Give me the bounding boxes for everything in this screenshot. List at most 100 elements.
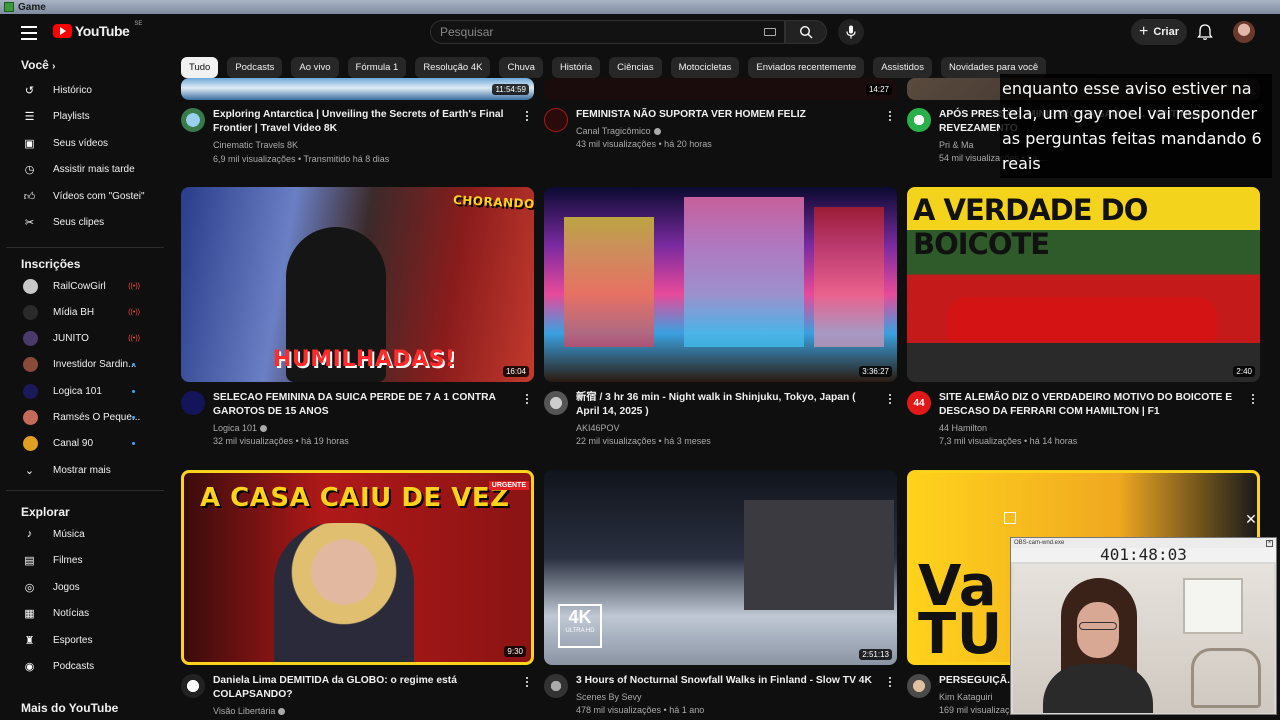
video-title[interactable]: 新宿 / 3 hr 36 min - Night walk in Shinjuk…	[576, 391, 876, 419]
channel-name[interactable]: Visão Libertária	[213, 706, 286, 716]
sidebar-subscription-item[interactable]: RailCowGirl ((•))	[6, 274, 162, 298]
sidebar-item-label: Música	[53, 528, 85, 540]
voice-search-button[interactable]	[838, 19, 864, 45]
create-button[interactable]: + Criar	[1131, 19, 1187, 45]
channel-avatar[interactable]	[181, 391, 205, 415]
your-videos-icon: ▣	[24, 137, 35, 150]
sidebar: Você › ↺ Histórico ☰ Playlists ▣ Seus vídeos ◷…	[0, 52, 168, 720]
sidebar-item-hist-rico[interactable]: ↺ Histórico	[6, 78, 162, 102]
webcam-close-icon[interactable]: ×	[1266, 539, 1273, 547]
account-avatar[interactable]	[1233, 21, 1255, 43]
sidebar-item-label: Histórico	[53, 84, 92, 96]
sidebar-item-filmes[interactable]: ▤ Filmes	[6, 549, 162, 573]
duration-badge: 9:30	[504, 646, 526, 657]
channel-name[interactable]: Logica 101	[213, 423, 268, 433]
sidebar-item-seus-v-deos[interactable]: ▣ Seus vídeos	[6, 131, 162, 155]
sidebar-item-label: RailCowGirl	[53, 280, 106, 292]
channel-avatar[interactable]	[544, 108, 568, 132]
channel-name[interactable]: Scenes By Sevy	[576, 692, 642, 702]
sidebar-item-assistir-mais-tarde[interactable]: ◷ Assistir mais tarde	[6, 158, 162, 182]
video-thumbnail[interactable]: A CASA CAIU DE VEZ URGENTE 9:30	[181, 470, 534, 665]
channel-avatar[interactable]	[544, 674, 568, 698]
sidebar-subscription-item[interactable]: JUNITO ((•))	[6, 327, 162, 351]
video-thumbnail[interactable]: 3:36:27	[544, 187, 897, 382]
sidebar-subscription-item[interactable]: Canal 90	[6, 432, 162, 456]
channel-name[interactable]: Cinematic Travels 8K	[213, 140, 298, 150]
more-actions-icon[interactable]	[522, 109, 532, 123]
video-thumbnail[interactable]: CHORANDO HUMILHADAS! 16:04	[181, 187, 534, 382]
channel-avatar[interactable]	[907, 108, 931, 132]
channel-name[interactable]: 44 Hamilton	[939, 423, 987, 433]
channel-avatar[interactable]	[544, 391, 568, 415]
sidebar-subscription-item[interactable]: Ramsés O Peque...	[6, 406, 162, 430]
more-actions-icon[interactable]	[522, 675, 532, 689]
channel-avatar[interactable]	[181, 108, 205, 132]
channel-avatar[interactable]	[907, 674, 931, 698]
more-actions-icon[interactable]	[522, 392, 532, 406]
sports-icon: ♜	[24, 634, 35, 647]
video-meta: 43 mil visualizações • há 20 horas	[576, 139, 712, 149]
thumbnail-caption: A CASA CAIU DE VEZ	[200, 483, 510, 513]
video-thumbnail[interactable]: A VERDADE DO BOICOTE 2:40	[907, 187, 1260, 382]
video-title[interactable]: SELECAO FEMININA DA SUICA PERDE DE 7 A 1…	[213, 391, 513, 419]
sidebar-item-v-deos-com-gostei[interactable]: 👍︎ Vídeos com "Gostei"	[6, 184, 162, 208]
sidebar-item-label: Esportes	[53, 634, 93, 646]
sidebar-show-more[interactable]: ⌄ Mostrar mais	[6, 458, 162, 482]
close-icon[interactable]: ✕	[1244, 512, 1258, 526]
duration-badge: 11:54:59	[492, 84, 529, 95]
video-title[interactable]: 3 Hours of Nocturnal Snowfall Walks in F…	[576, 674, 876, 688]
video-title[interactable]: SITE ALEMÃO DIZ O VERDADEIRO MOTIVO DO B…	[939, 391, 1239, 419]
sidebar-item-label: Logica 101	[53, 385, 102, 397]
sidebar-item-jogos[interactable]: ◎ Jogos	[6, 575, 162, 599]
sidebar-subscription-item[interactable]: Mídia BH ((•))	[6, 300, 162, 324]
streamer-body	[1043, 664, 1153, 713]
chevron-down-icon: ⌄	[24, 464, 35, 477]
more-actions-icon[interactable]	[885, 109, 895, 123]
sidebar-item-m-sica[interactable]: ♪ Música	[6, 522, 162, 546]
sidebar-item-not-cias[interactable]: ▦ Notícias	[6, 602, 162, 626]
youtube-logo[interactable]: YouTube SE	[53, 21, 142, 39]
channel-name[interactable]: Pri & Ma	[939, 140, 974, 150]
video-thumbnail[interactable]: 11:54:59	[181, 78, 534, 100]
thumbnail-car	[947, 297, 1217, 342]
sidebar-item-label: Vídeos com "Gostei"	[53, 190, 145, 202]
channel-name[interactable]: Kim Kataguiri	[939, 692, 993, 702]
channel-avatar	[23, 304, 38, 320]
sidebar-item-seus-clipes[interactable]: ✂ Seus clipes	[6, 211, 162, 235]
thumbnail-presenter	[274, 523, 414, 662]
video-title[interactable]: Daniela Lima DEMITIDA da GLOBO: o regime…	[213, 674, 513, 702]
sidebar-item-label: JUNITO	[53, 333, 89, 345]
channel-avatar	[23, 436, 38, 452]
duration-badge: 2:51:13	[859, 649, 892, 660]
sidebar-item-playlists[interactable]: ☰ Playlists	[6, 105, 162, 129]
search-button[interactable]	[785, 20, 827, 44]
channel-avatar[interactable]	[181, 674, 205, 698]
video-thumbnail[interactable]: 4K ULTRA HD 2:51:13	[544, 470, 897, 665]
channel-name[interactable]: Canal Tragicômico	[576, 126, 661, 136]
more-actions-icon[interactable]	[1248, 392, 1258, 406]
sidebar-subscription-item[interactable]: Investidor Sardin...	[6, 353, 162, 377]
channel-name[interactable]: AKI46POV	[576, 423, 620, 433]
more-actions-icon[interactable]	[885, 392, 895, 406]
sidebar-you-header[interactable]: Você ›	[21, 58, 55, 72]
channel-avatar[interactable]: 44	[907, 391, 931, 415]
thumbnail-caption: Va TU	[918, 554, 1003, 665]
video-thumbnail[interactable]: 14:27	[544, 78, 897, 100]
sidebar-item-label: Assistir mais tarde	[53, 164, 135, 175]
sidebar-item-esportes[interactable]: ♜ Esportes	[6, 628, 162, 652]
video-title[interactable]: FEMINISTA NÃO SUPORTA VER HOMEM FELIZ	[576, 108, 876, 122]
duration-badge: 2:40	[1233, 366, 1255, 377]
hamburger-menu-icon[interactable]	[18, 22, 40, 44]
video-title[interactable]: Exploring Antarctica | Unveiling the Sec…	[213, 108, 513, 136]
keyboard-icon[interactable]	[764, 28, 776, 36]
sidebar-item-podcasts[interactable]: ◉ Podcasts	[6, 655, 162, 679]
verified-icon	[278, 708, 286, 715]
sidebar-subscription-item[interactable]: Logica 101	[6, 379, 162, 403]
sidebar-divider	[6, 247, 164, 248]
more-actions-icon[interactable]	[885, 675, 895, 689]
notifications-bell-icon[interactable]	[1196, 23, 1214, 41]
search-input[interactable]	[440, 25, 760, 39]
thumbnail-building	[814, 207, 884, 347]
video-card: 4K ULTRA HD 2:51:13 3 Hours of Nocturnal…	[544, 470, 897, 720]
mini-player-icon[interactable]	[1004, 512, 1016, 524]
